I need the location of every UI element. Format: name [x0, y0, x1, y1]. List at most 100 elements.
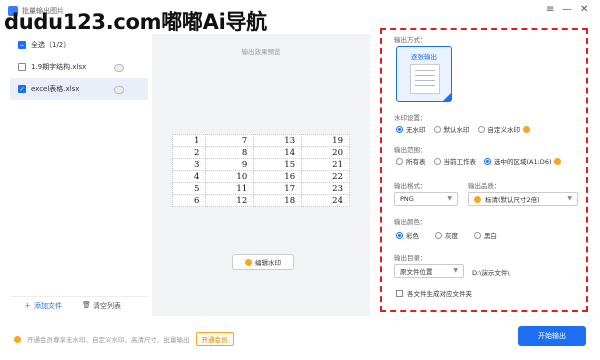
start-output-button[interactable]: 开始输出: [518, 326, 586, 346]
select-all-row[interactable]: − 全选（1/2）: [10, 34, 148, 56]
clear-list-button[interactable]: 清空列表: [93, 301, 121, 311]
radio-all-sheets[interactable]: 所有表: [396, 156, 426, 166]
table-cell: 24: [301, 194, 350, 207]
table-row: 5 11 17 23: [171, 182, 350, 195]
table-row: 2 8 14 20: [171, 146, 350, 159]
table-cell: 14: [253, 146, 303, 159]
preview-eye-icon[interactable]: [114, 86, 124, 94]
output-settings-panel: 输出方式： 逐张输出 水印设置： 无水印 默认水印 自定义水印 输出范围： 所有…: [380, 28, 588, 312]
table-cell: 17: [253, 182, 303, 195]
vip-coin-icon: [245, 258, 252, 266]
table-cell: 9: [205, 158, 255, 171]
color-options: 彩色 灰度 黑白: [396, 230, 505, 240]
radio-color[interactable]: 彩色: [396, 230, 419, 240]
preview-panel: 输出效果预览 1 7 13 19 2 8 14 20 3 9 15 21 4 10 16 22 5 11 17 23 6…: [152, 34, 370, 316]
range-options: 所有表 当前工作表 选中的区域(A1:D6): [396, 156, 569, 166]
menu-icon[interactable]: ≡: [546, 3, 554, 17]
trash-icon[interactable]: 🗑: [82, 301, 91, 309]
preview-title: 输出效果预览: [241, 48, 281, 56]
output-path[interactable]: D:\演示文件\: [472, 267, 510, 277]
output-dir-label: 输出目录：: [394, 254, 427, 262]
output-mode-label: 输出方式：: [394, 36, 427, 44]
watermark-options: 无水印 默认水印 自定义水印: [396, 124, 538, 134]
output-mode-value: 逐张输出: [411, 53, 437, 61]
table-cell: 21: [301, 158, 350, 171]
output-dir-value: 原文件位置: [400, 268, 433, 276]
file-name: 1.9期字结构.xlsx: [31, 63, 87, 71]
file-checkbox[interactable]: ✓: [18, 85, 26, 93]
folder-per-file-checkbox[interactable]: [396, 289, 403, 297]
table-row: 1 7 13 19: [171, 134, 350, 147]
watermark-label: 水印设置：: [394, 114, 427, 122]
add-file-button[interactable]: 添加文件: [34, 301, 62, 311]
table-cell: 16: [253, 170, 303, 183]
select-all-label: 全选（1/2）: [31, 41, 71, 49]
file-name: excel表格.xlsx: [31, 85, 80, 93]
radio-selected-range[interactable]: 选中的区域(A1:D6): [484, 156, 562, 166]
table-cell: 4: [171, 170, 207, 183]
radio-no-watermark[interactable]: 无水印: [396, 124, 426, 134]
format-value: PNG: [400, 195, 414, 203]
add-icon[interactable]: ＋: [24, 301, 31, 311]
table-cell: 10: [205, 170, 255, 183]
color-label: 输出颜色：: [394, 218, 427, 226]
table-cell: 7: [205, 134, 255, 147]
select-all-checkbox[interactable]: −: [18, 41, 26, 49]
file-item[interactable]: ✓ excel表格.xlsx: [10, 78, 148, 100]
radio-black-white[interactable]: 黑白: [474, 230, 497, 240]
table-cell: 5: [171, 182, 207, 195]
title-bar: 批量输出图片 dudu123.com嘟嘟Ai导航 ≡ — ✕: [0, 0, 600, 34]
table-cell: 6: [171, 194, 207, 207]
vip-promo-text: 开通会员尊享无水印、自定义水印、高清尺寸、批量输出: [27, 336, 190, 344]
table-cell: 22: [301, 170, 350, 183]
table-cell: 15: [253, 158, 303, 171]
table-cell: 18: [253, 194, 303, 207]
close-icon[interactable]: ✕: [580, 3, 588, 17]
vip-coin-icon: [523, 125, 530, 133]
vip-coin-icon: [554, 157, 562, 165]
table-cell: 8: [205, 146, 255, 159]
preview-eye-icon[interactable]: [114, 64, 124, 72]
selected-check-icon: [443, 93, 451, 101]
folder-per-file-option[interactable]: 各文件生成对应文件夹: [396, 288, 472, 298]
table-cell: 13: [253, 134, 303, 147]
vip-coin-icon: [14, 335, 21, 343]
edit-watermark-button[interactable]: 编辑水印: [232, 254, 294, 270]
radio-default-watermark[interactable]: 默认水印: [433, 124, 470, 134]
file-item[interactable]: 1.9期字结构.xlsx: [10, 56, 148, 78]
radio-current-sheet[interactable]: 当前工作表: [433, 156, 476, 166]
file-checkbox[interactable]: [18, 63, 26, 71]
preview-table: 1 7 13 19 2 8 14 20 3 9 15 21 4 10 16 22 5 11 17 23 6 12 18 24: [171, 134, 350, 207]
file-list-panel: − 全选（1/2） 1.9期字结构.xlsx ✓ excel表格.xlsx: [10, 30, 148, 318]
open-vip-button[interactable]: 开通会员: [195, 332, 234, 346]
radio-grayscale[interactable]: 灰度: [435, 230, 458, 240]
quality-value: 标清(默认尺寸2倍): [485, 196, 540, 204]
table-cell: 20: [301, 146, 350, 159]
table-cell: 2: [171, 146, 207, 159]
table-cell: 11: [205, 182, 255, 195]
minimize-icon[interactable]: —: [562, 3, 572, 17]
table-cell: 19: [301, 134, 350, 147]
table-cell: 3: [171, 158, 207, 171]
vip-promo: 开通会员尊享无水印、自定义水印、高清尺寸、批量输出 开通会员: [14, 332, 234, 346]
radio-custom-watermark[interactable]: 自定义水印: [477, 124, 530, 134]
edit-watermark-label: 编辑水印: [255, 259, 281, 267]
format-select[interactable]: PNG ▼: [394, 192, 458, 206]
chevron-down-icon: ▼: [453, 267, 458, 274]
chevron-down-icon: ▼: [447, 195, 452, 202]
table-row: 6 12 18 24: [171, 194, 350, 207]
table-cell: 12: [205, 194, 255, 207]
output-mode-option[interactable]: 逐张输出: [396, 46, 452, 102]
table-cell: 23: [301, 182, 350, 195]
document-icon: [410, 64, 440, 94]
quality-label: 输出品质：: [468, 182, 501, 190]
output-dir-select[interactable]: 原文件位置 ▼: [394, 264, 464, 278]
range-label: 输出范围：: [394, 146, 427, 154]
vip-coin-icon: [474, 195, 481, 203]
format-label: 输出格式：: [394, 182, 427, 190]
file-list-toolbar: ＋ 添加文件 🗑 清空列表: [10, 296, 148, 313]
table-row: 3 9 15 21: [171, 158, 350, 171]
folder-per-file-label: 各文件生成对应文件夹: [407, 290, 472, 298]
quality-select[interactable]: 标清(默认尺寸2倍) ▼: [468, 192, 578, 206]
chevron-down-icon: ▼: [567, 195, 572, 202]
